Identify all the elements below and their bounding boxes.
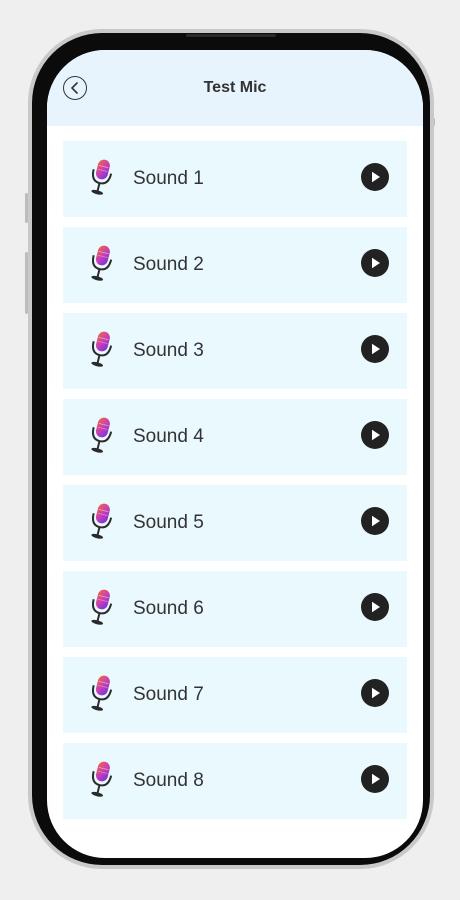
sound-item-4[interactable]: Sound 4 [63,399,407,475]
microphone-icon [91,159,113,195]
microphone-icon [91,589,113,625]
sound-label: Sound 3 [133,340,204,361]
sound-label: Sound 2 [133,254,204,275]
sound-item-3[interactable]: Sound 3 [63,313,407,389]
sound-item-2[interactable]: Sound 2 [63,227,407,303]
play-button[interactable] [361,593,389,621]
sound-label: Sound 4 [133,426,204,447]
sound-label: Sound 1 [133,168,204,189]
sound-item-5[interactable]: Sound 5 [63,485,407,561]
play-button[interactable] [361,163,389,191]
microphone-icon [91,675,113,711]
play-button[interactable] [361,765,389,793]
play-icon [372,429,380,441]
phone-bezel: Test Mic Sound 1 Sound 2 Sound 3 Sound 4… [32,33,430,865]
play-icon [372,515,380,527]
page-title: Test Mic [203,79,267,96]
sound-label: Sound 6 [133,598,204,619]
sound-label: Sound 7 [133,684,204,705]
play-icon [372,171,380,183]
microphone-icon [91,761,113,797]
play-icon [372,257,380,269]
screen: Test Mic Sound 1 Sound 2 Sound 3 Sound 4… [47,50,423,858]
sound-item-7[interactable]: Sound 7 [63,657,407,733]
play-icon [372,343,380,355]
play-icon [372,601,380,613]
microphone-icon [91,245,113,281]
play-button[interactable] [361,249,389,277]
sound-label: Sound 5 [133,512,204,533]
microphone-icon [91,331,113,367]
play-button[interactable] [361,421,389,449]
speaker-notch [186,34,276,37]
sound-item-6[interactable]: Sound 6 [63,571,407,647]
microphone-icon [91,503,113,539]
play-icon [372,687,380,699]
sound-item-1[interactable]: Sound 1 [63,141,407,217]
play-button[interactable] [361,679,389,707]
play-button[interactable] [361,507,389,535]
play-icon [372,773,380,785]
sound-item-8[interactable]: Sound 8 [63,743,407,819]
microphone-icon [91,417,113,453]
play-button[interactable] [361,335,389,363]
sound-list: Sound 1 Sound 2 Sound 3 Sound 4 Sound 5 … [63,141,407,829]
phone-frame: Test Mic Sound 1 Sound 2 Sound 3 Sound 4… [28,29,434,869]
app-header: Test Mic [47,50,423,126]
sound-label: Sound 8 [133,770,204,791]
